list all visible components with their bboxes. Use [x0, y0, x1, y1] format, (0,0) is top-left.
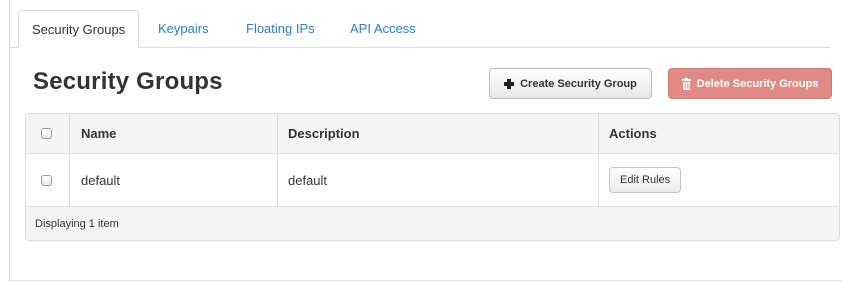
tab-api-access[interactable]: API Access — [350, 10, 416, 47]
row-name: default — [81, 172, 121, 188]
tab-bar: Security Groups Keypairs Floating IPs AP… — [10, 10, 830, 48]
tab-security-groups[interactable]: Security Groups — [18, 10, 140, 48]
column-divider — [277, 154, 278, 206]
column-header-description[interactable]: Description — [288, 114, 360, 153]
delete-security-groups-button[interactable]: Delete Security Groups — [668, 68, 832, 99]
select-all-cell — [41, 114, 52, 153]
column-header-name[interactable]: Name — [81, 114, 116, 153]
row-actions-cell: Edit Rules — [609, 154, 682, 206]
select-all-checkbox[interactable] — [41, 128, 52, 139]
tab-keypairs[interactable]: Keypairs — [158, 10, 209, 47]
column-divider — [69, 114, 70, 153]
table-header-row: Name Description Actions — [26, 114, 839, 154]
row-description: default — [288, 172, 328, 188]
create-security-group-button[interactable]: Create Security Group — [489, 68, 652, 99]
column-divider — [598, 114, 599, 153]
row-select-cell — [41, 154, 52, 206]
item-count-text: Displaying 1 item — [35, 218, 119, 230]
row-checkbox[interactable] — [41, 174, 52, 186]
column-header-actions: Actions — [609, 126, 657, 141]
table-footer: Displaying 1 item — [26, 207, 839, 240]
table-row: default default Edit Rules — [26, 154, 839, 207]
delete-button-label: Delete Security Groups — [696, 77, 819, 90]
column-divider — [69, 154, 70, 206]
security-groups-table: Name Description Actions default default… — [25, 113, 840, 241]
edit-rules-button[interactable]: Edit Rules — [609, 167, 682, 193]
trash-icon — [681, 77, 691, 90]
page-title: Security Groups — [33, 68, 223, 95]
plus-icon — [504, 78, 515, 89]
column-divider — [277, 114, 278, 153]
create-button-label: Create Security Group — [520, 77, 637, 90]
column-divider — [598, 154, 599, 206]
tab-floating-ips[interactable]: Floating IPs — [246, 10, 315, 47]
